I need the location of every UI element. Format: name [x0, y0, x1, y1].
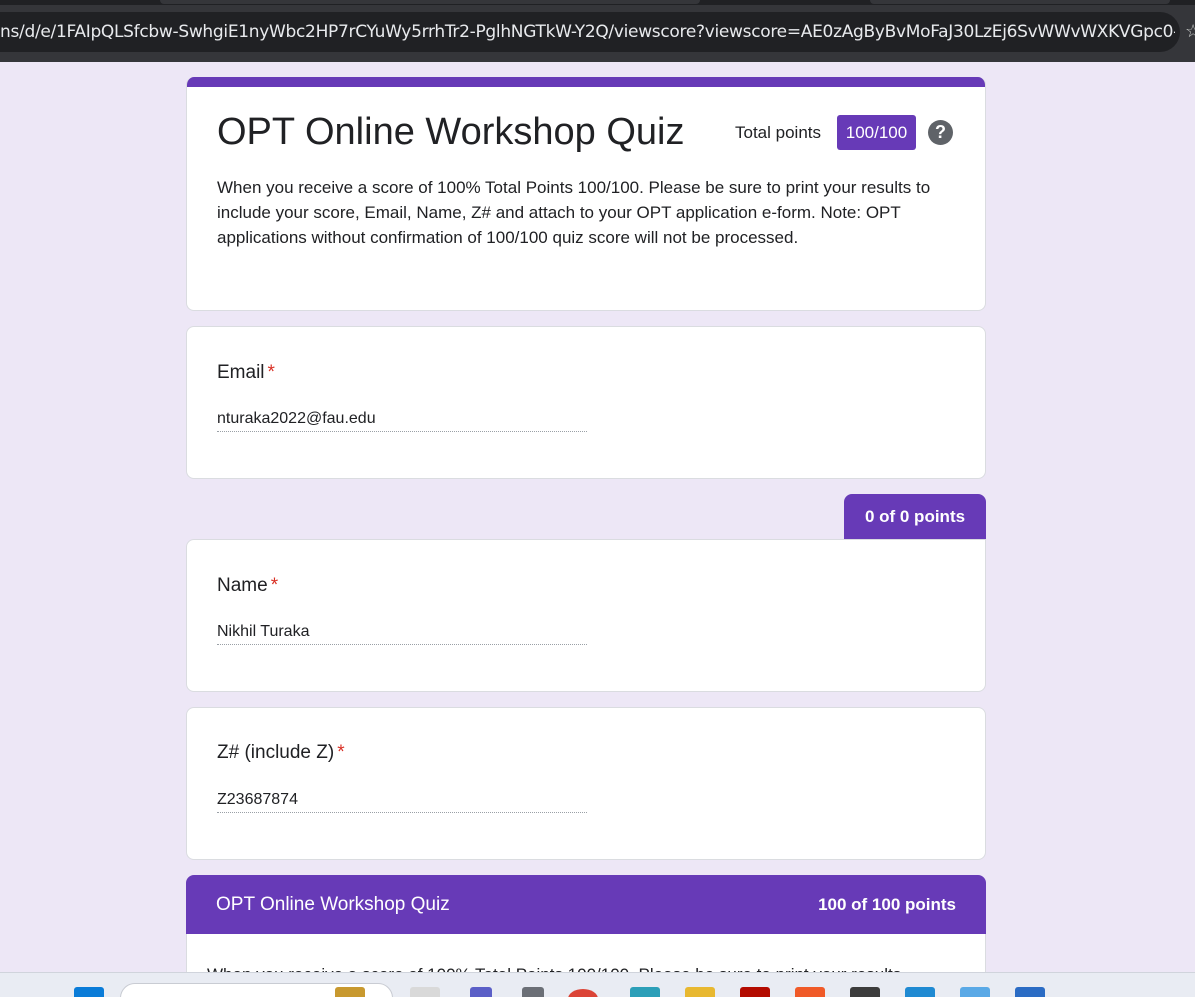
browser-address-bar: ns/d/e/1FAIpQLSfcbw-SwhgiE1nyWbc2HP7rCYu… [0, 0, 1195, 62]
chrome-icon[interactable] [568, 989, 598, 997]
app-icon[interactable] [1015, 987, 1045, 997]
widgets-icon[interactable] [335, 987, 365, 997]
vscode-icon[interactable] [905, 987, 935, 997]
points-badge: 0 of 0 points [844, 494, 986, 540]
folder-icon[interactable] [685, 987, 715, 997]
terminal-icon[interactable] [850, 987, 880, 997]
email-answer: nturaka2022@fau.edu [217, 410, 587, 432]
z-number-label: Z# (include Z) * [217, 742, 345, 763]
quiz-header-card: OPT Online Workshop Quiz Total points 10… [186, 77, 986, 311]
required-asterisk: * [270, 575, 279, 596]
windows-start-icon[interactable] [74, 987, 104, 997]
quiz-description: When you receive a score of 100% Total P… [217, 178, 931, 247]
brave-icon[interactable] [795, 987, 825, 997]
browser-tab[interactable] [870, 0, 1170, 4]
z-number-question-card: Z# (include Z) * Z23687874 [186, 707, 986, 860]
teams-icon[interactable] [470, 987, 492, 997]
required-asterisk: * [337, 742, 345, 763]
calendar-icon[interactable] [960, 987, 990, 997]
bookmark-star-icon[interactable]: ☆ [1185, 21, 1195, 42]
section-title: OPT Online Workshop Quiz [216, 894, 450, 915]
os-taskbar [0, 972, 1195, 997]
browser-tab[interactable] [160, 0, 700, 4]
email-question-card: Email * nturaka2022@fau.edu [186, 326, 986, 479]
file-icon[interactable] [410, 987, 440, 997]
required-asterisk: * [267, 362, 275, 383]
monitor-icon[interactable] [630, 987, 660, 997]
email-label: Email * [217, 362, 275, 383]
name-label: Name * [217, 575, 279, 596]
help-icon[interactable]: ? [928, 120, 953, 145]
name-answer: Nikhil Turaka [217, 623, 587, 645]
acrobat-icon[interactable] [740, 987, 770, 997]
section-points: 100 of 100 points [818, 895, 956, 914]
header-accent-bar [187, 77, 985, 87]
z-number-answer: Z23687874 [217, 791, 587, 813]
section-header: OPT Online Workshop Quiz 100 of 100 poin… [186, 875, 986, 935]
url-text[interactable]: ns/d/e/1FAIpQLSfcbw-SwhgiE1nyWbc2HP7rCYu… [0, 22, 1175, 42]
total-points-label: Total points [735, 123, 821, 142]
score-badge: 100/100 [837, 115, 916, 150]
name-question-card: Name * Nikhil Turaka [186, 539, 986, 692]
page-title: OPT Online Workshop Quiz [217, 111, 685, 153]
settings-icon[interactable] [522, 987, 544, 997]
browser-tab-strip [0, 0, 1195, 5]
